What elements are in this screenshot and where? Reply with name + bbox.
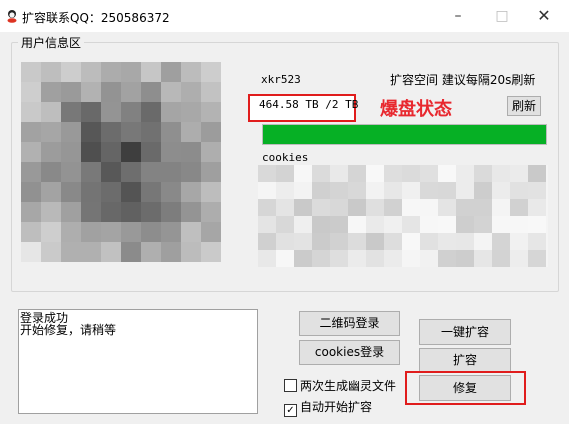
ghost-files-checkbox[interactable]: 两次生成幽灵文件: [284, 377, 396, 394]
quota-value: 464.58 TB /2 TB: [259, 98, 359, 111]
refresh-button[interactable]: 刷新: [507, 96, 541, 116]
cookies-text-area[interactable]: [258, 165, 548, 267]
user-info-group-label: 用户信息区: [18, 34, 85, 51]
one-key-expand-button[interactable]: 一键扩容: [419, 319, 511, 345]
username: xkr523: [261, 73, 301, 86]
cookies-login-button[interactable]: cookies登录: [299, 340, 400, 365]
maximize-button[interactable]: □: [487, 6, 517, 26]
qr-code-image: [21, 62, 221, 262]
checkbox-box[interactable]: [284, 379, 297, 392]
close-button[interactable]: ✕: [529, 6, 559, 26]
qr-login-button[interactable]: 二维码登录: [299, 311, 400, 336]
status-label: 爆盘状态: [380, 99, 452, 120]
auto-expand-label: 自动开始扩容: [300, 400, 373, 414]
ghost-files-label: 两次生成幽灵文件: [300, 379, 397, 393]
auto-expand-checkbox[interactable]: ✓ 自动开始扩容: [284, 398, 372, 417]
title-bar: 扩容联系QQ：250586372 – □ ✕: [0, 0, 569, 32]
app-icon: [7, 10, 17, 23]
repair-highlight: [405, 371, 526, 405]
window-title: 扩容联系QQ：250586372: [22, 11, 170, 25]
expand-button[interactable]: 扩容: [419, 348, 511, 372]
expand-space-hint: 扩容空间 建议每隔20s刷新: [390, 73, 536, 87]
log-line: 开始修复，请稍等: [20, 323, 117, 337]
app-window: 扩容联系QQ：250586372 – □ ✕ 用户信息区 xkr523 扩容空间…: [0, 0, 569, 424]
storage-progress-bar: [262, 124, 547, 145]
storage-progress-fill: [263, 125, 546, 144]
cookies-label: cookies: [262, 151, 309, 164]
checkbox-box[interactable]: ✓: [284, 404, 297, 417]
minimize-button[interactable]: –: [443, 6, 473, 26]
